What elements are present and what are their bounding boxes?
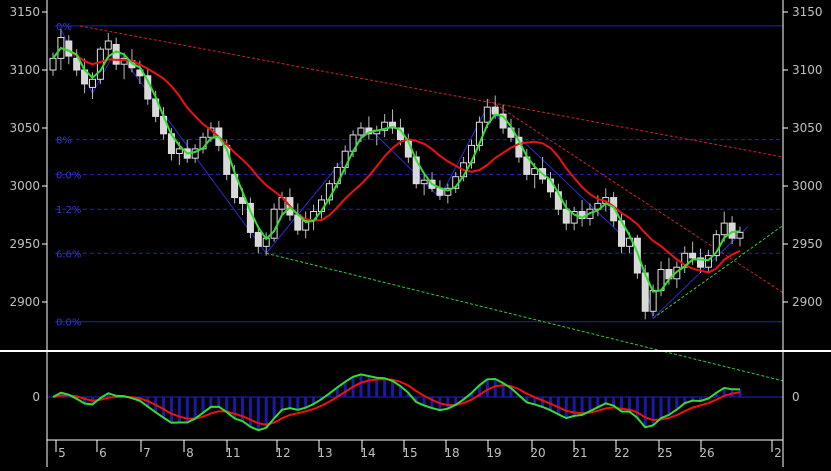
fib-label: 6.6% (56, 249, 81, 260)
date-tick-label: 26 (699, 446, 714, 460)
date-tick-label: 14 (360, 446, 375, 460)
price-axis-right: 3150 3100 3050 3000 2950 2900 (783, 5, 823, 309)
candle-body (112, 43, 120, 65)
candle-body (720, 222, 728, 236)
macd-panel: 00 (32, 373, 800, 432)
price-tick-label-right: 3050 (792, 121, 823, 135)
fib-label: 0.0% (56, 170, 81, 181)
macd-zero-label-left: 0 (32, 390, 40, 404)
date-tick-label: 12 (275, 446, 290, 460)
date-tick-label: 21 (572, 446, 587, 460)
candle-body (562, 208, 570, 224)
stock-chart: 3150 3100 3050 3000 2950 2900 3150 3100 3050 300… (0, 0, 831, 467)
red-trendline-upper (79, 25, 784, 158)
fib-label: 8% (56, 136, 72, 147)
candle-body (689, 252, 697, 259)
price-axis-left: 3150 3100 3050 3000 2950 2900 (9, 5, 47, 309)
candle-body (175, 148, 183, 155)
date-tick-label: 11 (225, 446, 240, 460)
candle-body (49, 57, 57, 71)
candle-body (88, 78, 96, 88)
price-tick-label-right: 2900 (792, 295, 823, 309)
date-tick-label: 2 (774, 446, 782, 460)
date-tick-label: 8 (186, 446, 194, 460)
price-tick-label-right: 3100 (792, 63, 823, 77)
date-tick-label: 5 (58, 446, 66, 460)
candle-body (649, 289, 657, 312)
candle-body (491, 106, 499, 115)
candle-body (254, 231, 262, 247)
chart-window: 3150 3100 3050 3000 2950 2900 3150 3100 3050 300… (0, 0, 831, 467)
macd-zero-label-right: 0 (792, 390, 800, 404)
fib-label: 0% (56, 22, 72, 33)
price-tick-label-right: 3150 (792, 5, 823, 19)
date-tick-label: 15 (402, 446, 417, 460)
candle-body (483, 106, 491, 123)
price-tick-label-left: 3050 (9, 121, 40, 135)
price-tick-label-left: 3150 (9, 5, 40, 19)
date-tick-label: 19 (486, 446, 501, 460)
candle-body (420, 179, 428, 185)
price-tick-label-left: 3000 (9, 179, 40, 193)
date-tick-label: 25 (657, 446, 672, 460)
date-tick-label: 18 (444, 446, 459, 460)
price-tick-label-left: 2950 (9, 237, 40, 251)
date-tick-label: 6 (99, 446, 107, 460)
fib-label: 1.2% (56, 205, 81, 216)
price-tick-label-right: 3000 (792, 179, 823, 193)
date-tick-label: 20 (530, 446, 545, 460)
price-tick-label-left: 3100 (9, 63, 40, 77)
candle-body (357, 127, 365, 136)
price-tick-label-right: 2950 (792, 237, 823, 251)
date-tick-label: 7 (143, 446, 151, 460)
fib-label: 0.0% (56, 318, 81, 329)
candle-body (728, 222, 736, 239)
price-tick-label-left: 2900 (9, 295, 40, 309)
candle-body (104, 40, 112, 50)
candle-body (65, 40, 73, 57)
candle-body (736, 231, 744, 239)
date-tick-label: 22 (614, 446, 629, 460)
date-tick-label: 13 (317, 446, 332, 460)
date-axis: 5 6 7 8 11 12 13 14 15 18 19 20 21 22 25 26 2 (55, 440, 782, 460)
trend-lines (60, 25, 784, 382)
candle-body (96, 48, 104, 80)
